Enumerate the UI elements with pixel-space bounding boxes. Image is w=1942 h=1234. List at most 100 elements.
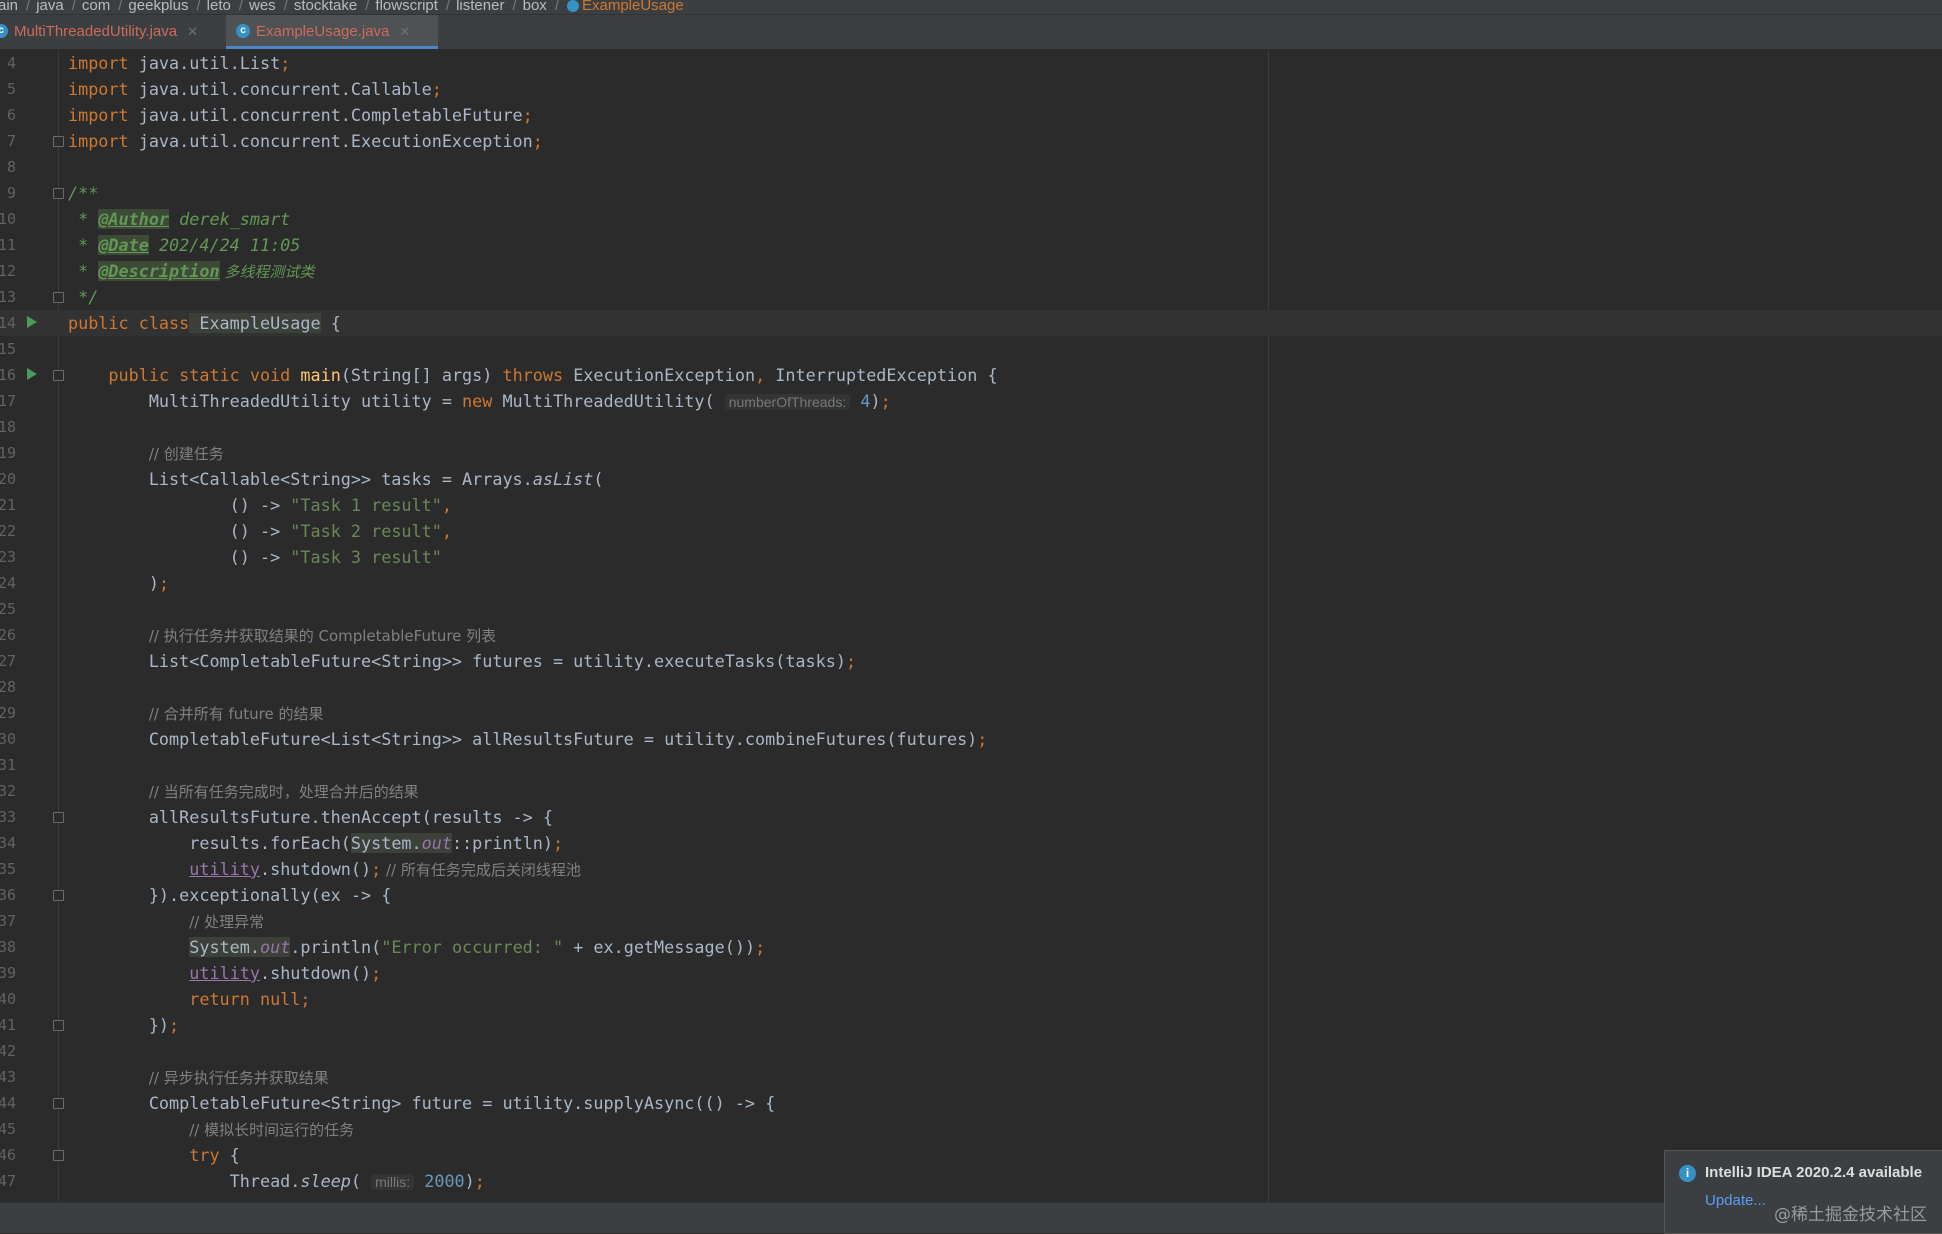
close-icon[interactable]: ✕ <box>399 24 410 39</box>
code-line: 47 Thread.sleep( millis: 2000); <box>0 1168 1942 1194</box>
code-line: 9 /** <box>0 180 1942 206</box>
tab-multithreadedutility[interactable]: c MultiThreadedUtility.java ✕ <box>0 15 218 49</box>
watermark: @稀土掘金技术社区 <box>1774 1205 1927 1225</box>
code-line: 22 () -> "Task 2 result", <box>0 518 1942 544</box>
code-line: 15 <box>0 336 1942 362</box>
code-line: 45 // 模拟长时间运行的任务 <box>0 1116 1942 1142</box>
line-number: 18 <box>0 418 16 436</box>
code-line: 12 * @Description 多线程测试类 <box>0 258 1942 284</box>
code-line: 25 <box>0 596 1942 622</box>
code-line: 19 // 创建任务 <box>0 440 1942 466</box>
code-line: 27 List<CompletableFuture<String>> futur… <box>0 648 1942 674</box>
code-line: 18 <box>0 414 1942 440</box>
breadcrumb-item[interactable]: listener <box>456 0 504 13</box>
line-number: 44 <box>0 1094 16 1112</box>
code-editor[interactable]: 4 import java.util.List; 5 import java.u… <box>0 50 1942 1202</box>
code-line: 8 <box>0 154 1942 180</box>
line-number: 41 <box>0 1016 16 1034</box>
fold-marker-icon[interactable] <box>53 1150 64 1161</box>
code-line: 40 return null; <box>0 986 1942 1012</box>
close-icon[interactable]: ✕ <box>187 24 198 39</box>
breadcrumb-item[interactable]: flowscript <box>375 0 438 13</box>
tab-exampleusage[interactable]: c ExampleUsage.java ✕ <box>226 15 438 49</box>
code-line: 44 CompletableFuture<String> future = ut… <box>0 1090 1942 1116</box>
breadcrumb: ain / java / com / geekplus / leto / wes / stocktake… <box>0 0 1942 15</box>
code-line: 17 MultiThreadedUtility utility = new Mu… <box>0 388 1942 414</box>
tab-label: ExampleUsage.java <box>256 23 390 40</box>
code-line: 5 import java.util.concurrent.Callable; <box>0 76 1942 102</box>
code-line: 39 utility.shutdown(); <box>0 960 1942 986</box>
line-number: 5 <box>6 80 16 98</box>
tab-label: MultiThreadedUtility.java <box>14 23 178 40</box>
line-number: 42 <box>0 1042 16 1060</box>
fold-marker-icon[interactable] <box>53 1020 64 1031</box>
status-bar <box>0 1202 1942 1233</box>
code-line: 41 }); <box>0 1012 1942 1038</box>
fold-marker-icon[interactable] <box>53 188 64 199</box>
line-number: 16 <box>0 366 16 384</box>
line-number: 29 <box>0 704 16 722</box>
code-line: 35 utility.shutdown(); // 所有任务完成后关闭线程池 <box>0 856 1942 882</box>
code-line: 31 <box>0 752 1942 778</box>
breadcrumb-item[interactable]: geekplus <box>128 0 188 13</box>
line-number: 23 <box>0 548 16 566</box>
line-number: 46 <box>0 1146 16 1164</box>
code-line: 43 // 异步执行任务并获取结果 <box>0 1064 1942 1090</box>
code-line: 32 // 当所有任务完成时，处理合并后的结果 <box>0 778 1942 804</box>
breadcrumb-item[interactable]: ain <box>0 0 18 13</box>
code-line: 7 import java.util.concurrent.ExecutionE… <box>0 128 1942 154</box>
code-line: 36 }).exceptionally(ex -> { <box>0 882 1942 908</box>
breadcrumb-current[interactable]: ExampleUsage <box>582 0 684 13</box>
run-arrow-icon[interactable] <box>27 368 37 380</box>
line-number: 10 <box>0 210 16 228</box>
breadcrumb-item[interactable]: wes <box>249 0 276 13</box>
line-number: 45 <box>0 1120 16 1138</box>
breadcrumb-item[interactable]: box <box>523 0 547 13</box>
code-line: 11 * @Date 202/4/24 11:05 <box>0 232 1942 258</box>
breadcrumb-item[interactable]: java <box>36 0 64 13</box>
code-line: 13 */ <box>0 284 1942 310</box>
code-line: 38 System.out.println("Error occurred: "… <box>0 934 1942 960</box>
line-number: 34 <box>0 834 16 852</box>
line-number: 9 <box>6 184 16 202</box>
fold-marker-icon[interactable] <box>53 292 64 303</box>
code-line: 24 ); <box>0 570 1942 596</box>
fold-marker-icon[interactable] <box>53 890 64 901</box>
line-number: 22 <box>0 522 16 540</box>
info-icon: i <box>1679 1165 1696 1182</box>
editor-tab-bar: c MultiThreadedUtility.java ✕ c ExampleUsag… <box>0 15 1942 50</box>
code-line: 28 <box>0 674 1942 700</box>
fold-marker-icon[interactable] <box>53 812 64 823</box>
line-number: 14 <box>0 314 16 332</box>
breadcrumb-item[interactable]: leto <box>207 0 231 13</box>
fold-marker-icon[interactable] <box>53 136 64 147</box>
fold-marker-icon[interactable] <box>53 1098 64 1109</box>
code-line: 20 List<Callable<String>> tasks = Arrays… <box>0 466 1942 492</box>
line-number: 11 <box>0 236 16 254</box>
java-class-icon: c <box>236 24 250 39</box>
code-line: 4 import java.util.List; <box>0 50 1942 76</box>
code-line: 10 * @Author derek_smart <box>0 206 1942 232</box>
code-line: 16 public static void main(String[] args… <box>0 362 1942 388</box>
line-number: 25 <box>0 600 16 618</box>
line-number: 32 <box>0 782 16 800</box>
line-number: 36 <box>0 886 16 904</box>
fold-marker-icon[interactable] <box>53 370 64 381</box>
line-number: 43 <box>0 1068 16 1086</box>
run-arrow-icon[interactable] <box>27 316 37 328</box>
line-number: 37 <box>0 912 16 930</box>
code-line: 30 CompletableFuture<List<String>> allRe… <box>0 726 1942 752</box>
line-number: 39 <box>0 964 16 982</box>
breadcrumb-item[interactable]: stocktake <box>294 0 357 13</box>
code-line: 26 // 执行任务并获取结果的 CompletableFuture 列表 <box>0 622 1942 648</box>
line-number: 40 <box>0 990 16 1008</box>
update-link[interactable]: Update... <box>1705 1192 1766 1209</box>
line-number: 28 <box>0 678 16 696</box>
line-number: 27 <box>0 652 16 670</box>
code-line: 23 () -> "Task 3 result" <box>0 544 1942 570</box>
line-number: 8 <box>6 158 16 176</box>
line-number: 35 <box>0 860 16 878</box>
code-line: 33 allResultsFuture.thenAccept(results -… <box>0 804 1942 830</box>
code-line: 29 // 合并所有 future 的结果 <box>0 700 1942 726</box>
breadcrumb-item[interactable]: com <box>82 0 110 13</box>
